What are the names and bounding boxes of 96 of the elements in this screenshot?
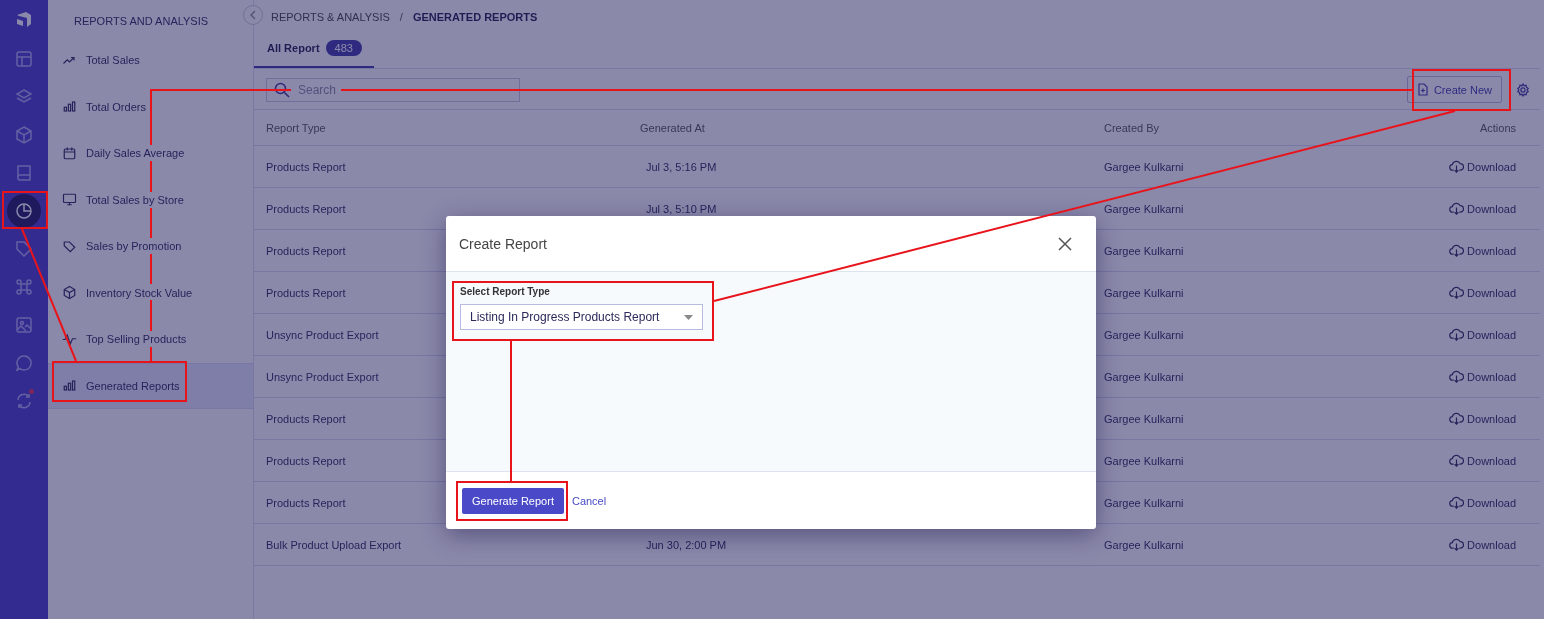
cloud-download-icon	[1449, 538, 1465, 551]
caret-icon	[684, 314, 693, 320]
submenu-item[interactable]: Total Sales by Store	[48, 176, 253, 223]
settings-icon	[1516, 82, 1530, 97]
download-link[interactable]: Download	[1449, 328, 1516, 341]
submenu-item[interactable]: Total Orders	[48, 83, 253, 130]
close-icon	[1058, 236, 1072, 251]
rail-button[interactable]	[7, 194, 41, 228]
logo-icon	[14, 10, 34, 30]
table-cell: Gargee Kulkarni	[1104, 160, 1184, 173]
table-cell: Gargee Kulkarni	[1104, 244, 1184, 257]
breadcrumb-link[interactable]: REPORTS & ANALYSIS	[271, 11, 390, 23]
search-field[interactable]: Search	[266, 77, 520, 102]
close-button[interactable]	[1058, 236, 1072, 251]
generate-report-button[interactable]: Generate Report	[462, 487, 564, 514]
pulse-icon	[62, 331, 77, 347]
breadcrumb-separator: /	[399, 11, 403, 23]
table-cell: Gargee Kulkarni	[1104, 328, 1184, 341]
table-cell: Products Report	[266, 160, 346, 173]
submenu-item[interactable]: Generated Reports	[48, 362, 253, 409]
column-header: Report Type	[266, 121, 327, 134]
annotation-box	[2, 191, 48, 229]
table-cell: Products Report	[266, 244, 346, 257]
layout-icon	[14, 49, 34, 69]
table-cell: Products Report	[266, 202, 346, 215]
download-link[interactable]: Download	[1449, 286, 1516, 299]
download-link[interactable]: Download	[1449, 454, 1516, 467]
download-link[interactable]: Download	[1449, 496, 1516, 509]
sync-icon	[14, 391, 34, 411]
table-cell: Gargee Kulkarni	[1104, 370, 1184, 383]
chevron-left-icon	[249, 10, 257, 20]
settings-button[interactable]	[1516, 82, 1530, 97]
cloud-download-icon	[1449, 202, 1465, 215]
table-cell: Gargee Kulkarni	[1104, 412, 1184, 425]
file-plus-icon	[1416, 83, 1429, 96]
report-type-dropdown[interactable]: Listing In Progress Products Report	[460, 304, 703, 330]
count-badge: 483	[325, 40, 362, 56]
column-header: Actions	[1478, 121, 1516, 134]
dialog-title: Create Report	[459, 235, 547, 252]
table-cell: Jul 3, 5:16 PM	[646, 160, 717, 173]
tag-icon	[14, 239, 34, 259]
collapse-button[interactable]	[243, 5, 263, 25]
table-cell: Products Report	[266, 454, 346, 467]
table-cell: Jul 3, 5:10 PM	[646, 202, 717, 215]
submenu-item[interactable]: Top Selling Products	[48, 316, 253, 363]
table-cell: Gargee Kulkarni	[1104, 286, 1184, 299]
cancel-link[interactable]: Cancel	[571, 494, 607, 507]
table-cell: Bulk Product Upload Export	[266, 538, 402, 551]
pie-chart-icon	[14, 201, 34, 221]
cloud-download-icon	[1449, 328, 1465, 341]
submenu-item[interactable]: Total Sales	[48, 37, 253, 84]
search-icon	[274, 81, 290, 98]
column-header: Generated At	[640, 121, 706, 134]
field-label: Select Report Type	[460, 286, 551, 297]
table-cell: Products Report	[266, 496, 346, 509]
table-cell: Gargee Kulkarni	[1104, 538, 1184, 551]
table-cell: Gargee Kulkarni	[1104, 202, 1184, 215]
download-link[interactable]: Download	[1449, 412, 1516, 425]
bar-chart-icon	[62, 99, 77, 115]
cloud-download-icon	[1449, 412, 1465, 425]
table-cell: Products Report	[266, 412, 346, 425]
download-link[interactable]: Download	[1449, 160, 1516, 173]
download-link[interactable]: Download	[1449, 370, 1516, 383]
download-link[interactable]: Download	[1449, 538, 1516, 551]
cube-icon	[14, 125, 34, 145]
bar-chart-icon	[62, 378, 77, 394]
table-cell: Products Report	[266, 286, 346, 299]
submenu-item[interactable]: Inventory Stock Value	[48, 269, 253, 316]
table-cell: Jun 30, 2:00 PM	[646, 538, 727, 551]
image-icon	[14, 315, 34, 335]
cloud-download-icon	[1449, 286, 1465, 299]
book-icon	[14, 163, 34, 183]
tag-icon	[62, 238, 77, 254]
cloud-download-icon	[1449, 370, 1465, 383]
command-icon	[14, 277, 34, 297]
cloud-download-icon	[1449, 454, 1465, 467]
submenu-item[interactable]: Daily Sales Average	[48, 130, 253, 177]
breadcrumb-current: GENERATED REPORTS	[412, 11, 538, 23]
submenu-item[interactable]: Sales by Promotion	[48, 223, 253, 270]
tab[interactable]: All Report 483	[254, 36, 374, 68]
download-link[interactable]: Download	[1449, 202, 1516, 215]
calendar-icon	[62, 145, 77, 161]
table-cell: Gargee Kulkarni	[1104, 496, 1184, 509]
cube-icon	[62, 285, 77, 301]
table-cell: Gargee Kulkarni	[1104, 454, 1184, 467]
column-header: Created By	[1104, 121, 1161, 134]
cloud-download-icon	[1449, 160, 1465, 173]
section-title: REPORTS AND ANALYSIS	[73, 14, 210, 29]
download-link[interactable]: Download	[1449, 244, 1516, 257]
table-cell: Unsync Product Export	[266, 370, 379, 383]
create-new-button[interactable]: Create New	[1406, 76, 1502, 103]
monitor-icon	[62, 192, 77, 208]
table-cell: Unsync Product Export	[266, 328, 379, 341]
cloud-download-icon	[1449, 244, 1465, 257]
chat-icon	[14, 353, 34, 373]
cloud-download-icon	[1449, 496, 1465, 509]
